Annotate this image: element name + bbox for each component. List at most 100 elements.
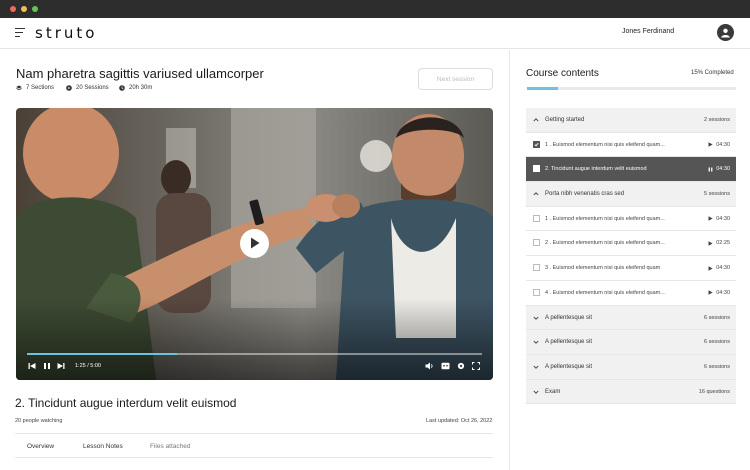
volume-icon[interactable]	[425, 362, 434, 370]
lesson-label: 1 . Euismod elementum nisi quis eleifend…	[545, 215, 665, 222]
section-label: Getting started	[545, 117, 585, 123]
lesson-checkbox[interactable]	[533, 239, 540, 247]
video-progress-fill	[27, 353, 178, 355]
chevron-up-icon	[533, 118, 539, 122]
section-label: A pellentesque sit	[545, 363, 593, 370]
chevron-down-icon	[533, 316, 539, 320]
app-header: struto Jones Ferdinand	[0, 18, 750, 49]
chevron-down-icon	[533, 340, 539, 345]
video-player[interactable]: 1:25 / 5:00	[16, 108, 493, 380]
play-icon	[708, 290, 713, 296]
video-progress-bar[interactable]	[27, 353, 482, 355]
fullscreen-icon[interactable]	[472, 362, 480, 370]
section-getting-started[interactable]: Getting started 2 sessions	[526, 108, 736, 133]
lesson-duration: 04:30	[716, 265, 730, 272]
chevron-down-icon	[533, 365, 539, 369]
lesson-checkbox[interactable]	[533, 165, 540, 173]
play-icon	[251, 237, 260, 249]
tab-overview[interactable]: Overview	[27, 443, 54, 450]
section-count: 6 sessions	[704, 363, 730, 370]
course-title: Nam pharetra sagittis variused ullamcorp…	[16, 66, 264, 81]
sessions-count: 20 Sessions	[66, 85, 109, 91]
section-exam[interactable]: Exam 16 questions	[526, 379, 736, 405]
lesson-duration: 04:30	[716, 141, 730, 148]
lesson-title: 2. Tincidunt augue interdum velit euismo…	[15, 396, 237, 410]
section-count: 6 sessions	[704, 314, 730, 321]
chevron-down-icon	[533, 390, 539, 394]
menu-icon[interactable]	[15, 28, 25, 38]
section-count: 16 questions	[698, 388, 730, 395]
skip-forward-icon[interactable]	[57, 362, 65, 370]
section-pellentesque-3[interactable]: A pellentesque sit 6 sessions	[526, 354, 736, 380]
lesson-checkbox[interactable]	[533, 288, 540, 296]
lesson-duration: 04:30	[716, 215, 730, 222]
duration-label: 20h 30m	[129, 85, 153, 91]
play-icon	[708, 216, 713, 221]
pause-icon[interactable]	[43, 362, 51, 370]
lesson-main: Nam pharetra sagittis variused ullamcorp…	[0, 50, 509, 470]
lesson-label: 4 . Euismod elementum nisi quis eleifend…	[545, 289, 665, 296]
section-porta-nibh[interactable]: Porta nibh venenatis cras sed 5 sessions	[526, 182, 736, 207]
window-titlebar	[0, 0, 750, 18]
avatar[interactable]	[717, 24, 734, 41]
minimize-window-button[interactable]	[21, 6, 27, 12]
play-circle-icon	[66, 85, 72, 91]
tab-files-attached[interactable]: Files attached	[150, 443, 190, 450]
lesson-checkbox[interactable]	[533, 140, 540, 148]
lesson-item[interactable]: 1 . Euismod elementum nisi quis eleifend…	[526, 133, 736, 158]
clock-icon	[119, 85, 125, 91]
section-label: A pellentesque sit	[545, 314, 593, 321]
close-window-button[interactable]	[10, 6, 16, 12]
section-count: 2 sessions	[704, 117, 730, 123]
last-updated: Last updated: Oct 26, 2022	[426, 418, 493, 424]
tab-lesson-notes[interactable]: Lesson Notes	[83, 443, 123, 450]
skip-back-icon[interactable]	[28, 362, 36, 370]
lesson-checkbox[interactable]	[533, 264, 540, 272]
check-icon	[534, 142, 539, 147]
duration: 20h 30m	[119, 85, 152, 91]
course-contents-title: Course contents	[526, 68, 599, 79]
section-pellentesque-2[interactable]: A pellentesque sit 6 sessions	[526, 330, 736, 355]
next-session-button[interactable]: Next session	[418, 68, 493, 90]
user-icon	[721, 28, 730, 38]
lesson-item[interactable]: 2 . Euismod elementum nisi quis eleifend…	[526, 231, 736, 257]
section-label: A pellentesque sit	[545, 339, 593, 346]
lesson-duration: 04:30	[716, 166, 730, 173]
course-outline: Getting started 2 sessions 1 . Euismod e…	[526, 108, 736, 405]
lesson-label: 1 . Euismod elementum nisi quis eleifend…	[545, 141, 665, 148]
lesson-item[interactable]: 3 . Euismod elementum nisi quis eleifend…	[526, 256, 736, 281]
lesson-duration: 04:30	[716, 289, 730, 296]
course-progress-fill	[527, 87, 559, 90]
play-button[interactable]	[240, 229, 269, 258]
lesson-label: 3 . Euismod elementum nisi quis eleifend…	[545, 265, 661, 272]
lesson-item-active[interactable]: 2. Tincidunt augue interdum velit euismo…	[526, 157, 736, 183]
video-time: 1:25 / 5:00	[75, 363, 101, 369]
watching-count: 20 people watching	[15, 418, 63, 424]
course-contents-panel: Course contents 15% Completed Getting st…	[509, 50, 750, 470]
lesson-label: 2. Tincidunt augue interdum velit euismo…	[545, 166, 647, 173]
lesson-checkbox[interactable]	[533, 214, 540, 222]
settings-gear-icon[interactable]	[457, 362, 465, 370]
pause-icon	[708, 167, 713, 172]
lesson-label: 2 . Euismod elementum nisi quis eleifend…	[545, 240, 665, 247]
lesson-duration: 02:25	[716, 240, 730, 247]
captions-icon[interactable]	[441, 362, 450, 370]
lesson-item[interactable]: 1 . Euismod elementum nisi quis eleifend…	[526, 207, 736, 232]
section-pellentesque-1[interactable]: A pellentesque sit 6 sessions	[526, 305, 736, 331]
layers-icon	[16, 85, 22, 91]
play-icon	[708, 241, 713, 246]
lesson-tabs: Overview Lesson Notes Files attached	[15, 433, 493, 458]
play-icon	[708, 265, 713, 271]
course-progress-bar	[527, 87, 736, 90]
maximize-window-button[interactable]	[32, 6, 38, 12]
section-label: Porta nibh venenatis cras sed	[545, 191, 625, 198]
user-name[interactable]: Jones Ferdinand	[622, 28, 674, 35]
sections-label: 7 Sections	[26, 85, 55, 91]
play-icon	[708, 142, 713, 147]
section-count: 6 sessions	[704, 339, 730, 346]
sections-count: 7 Sections	[16, 85, 54, 91]
lesson-item[interactable]: 4 . Euismod elementum nisi quis eleifend…	[526, 281, 736, 306]
section-label: Exam	[545, 388, 561, 395]
completion-label: 15% Completed	[691, 70, 734, 76]
logo: struto	[35, 24, 98, 42]
